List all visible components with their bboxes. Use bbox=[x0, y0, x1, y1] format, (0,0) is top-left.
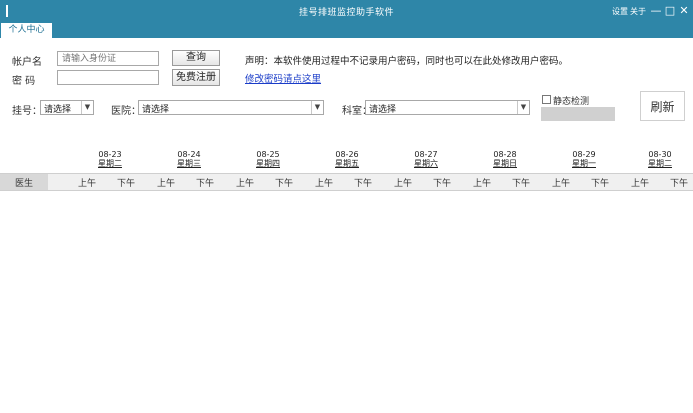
account-input[interactable] bbox=[57, 51, 159, 66]
date-header: 08-28 星期日 bbox=[493, 150, 517, 168]
am-header: 上午 bbox=[552, 179, 571, 189]
date-header: 08-23 星期二 bbox=[98, 150, 122, 168]
am-header: 上午 bbox=[236, 179, 255, 189]
am-header: 上午 bbox=[394, 179, 413, 189]
date-header: 08-26 星期五 bbox=[335, 150, 359, 168]
query-button[interactable]: 查询 bbox=[172, 50, 220, 66]
pm-header: 下午 bbox=[196, 179, 215, 189]
pm-header: 下午 bbox=[117, 179, 136, 189]
notice-text: 声明：本软件使用过程中不记录用户密码，同时也可以在此处修改用户密码。 bbox=[245, 56, 569, 67]
pm-header: 下午 bbox=[275, 179, 294, 189]
tab-personal-center[interactable]: 个人中心 bbox=[1, 23, 52, 38]
pm-header: 下午 bbox=[433, 179, 452, 189]
am-header: 上午 bbox=[473, 179, 492, 189]
doctor-select-value: 请选择 bbox=[369, 105, 397, 115]
settings-link[interactable]: 设置 bbox=[612, 6, 628, 17]
progress-bar bbox=[541, 107, 615, 121]
schedule-header-row: 医生 上午 下午 上午 下午 上午 下午 上午 下午 上午 下午 上午 下午 上… bbox=[0, 173, 693, 191]
chevron-down-icon: ▼ bbox=[81, 101, 93, 114]
title-bar: 挂号排班监控助手软件 设置 关于 — □ ✕ bbox=[0, 0, 693, 22]
password-label: 密 码 bbox=[12, 76, 36, 87]
department-select-value: 请选择 bbox=[142, 105, 170, 115]
hospital-label: 挂号： bbox=[12, 106, 42, 117]
doctor-column-header: 医生 bbox=[0, 174, 48, 190]
date-header: 08-27 星期六 bbox=[414, 150, 438, 168]
am-header: 上午 bbox=[78, 179, 97, 189]
am-header: 上午 bbox=[157, 179, 176, 189]
department-label: 医院： bbox=[111, 106, 141, 117]
close-button[interactable]: ✕ bbox=[676, 3, 692, 19]
doctor-select[interactable]: 请选择 ▼ bbox=[365, 100, 530, 115]
pm-header: 下午 bbox=[591, 179, 610, 189]
date-header: 08-29 星期一 bbox=[572, 150, 596, 168]
pm-header: 下午 bbox=[512, 179, 531, 189]
am-header: 上午 bbox=[315, 179, 334, 189]
change-password-link[interactable]: 修改密码请点这里 bbox=[245, 71, 321, 85]
window-title: 挂号排班监控助手软件 bbox=[298, 8, 394, 18]
tab-strip: 个人中心 bbox=[0, 22, 693, 38]
date-header: 08-30 星期二 bbox=[648, 150, 672, 168]
account-label: 帐户名 bbox=[12, 57, 42, 68]
about-link[interactable]: 关于 bbox=[630, 6, 646, 17]
chevron-down-icon: ▼ bbox=[311, 101, 323, 114]
pm-header: 下午 bbox=[354, 179, 373, 189]
static-detect-label: 静态检测 bbox=[553, 97, 590, 107]
password-input[interactable] bbox=[57, 70, 159, 85]
refresh-button[interactable]: 刷新 bbox=[640, 91, 685, 121]
chevron-down-icon: ▼ bbox=[517, 101, 529, 114]
date-header: 08-25 星期四 bbox=[256, 150, 280, 168]
pm-header: 下午 bbox=[670, 179, 689, 189]
static-detect-checkbox[interactable] bbox=[542, 95, 551, 104]
am-header: 上午 bbox=[631, 179, 650, 189]
hospital-select-value: 请选择 bbox=[44, 105, 72, 115]
hospital-select[interactable]: 请选择 ▼ bbox=[40, 100, 94, 115]
date-header: 08-24 星期三 bbox=[177, 150, 201, 168]
department-select[interactable]: 请选择 ▼ bbox=[138, 100, 324, 115]
register-button[interactable]: 免费注册 bbox=[172, 69, 220, 86]
